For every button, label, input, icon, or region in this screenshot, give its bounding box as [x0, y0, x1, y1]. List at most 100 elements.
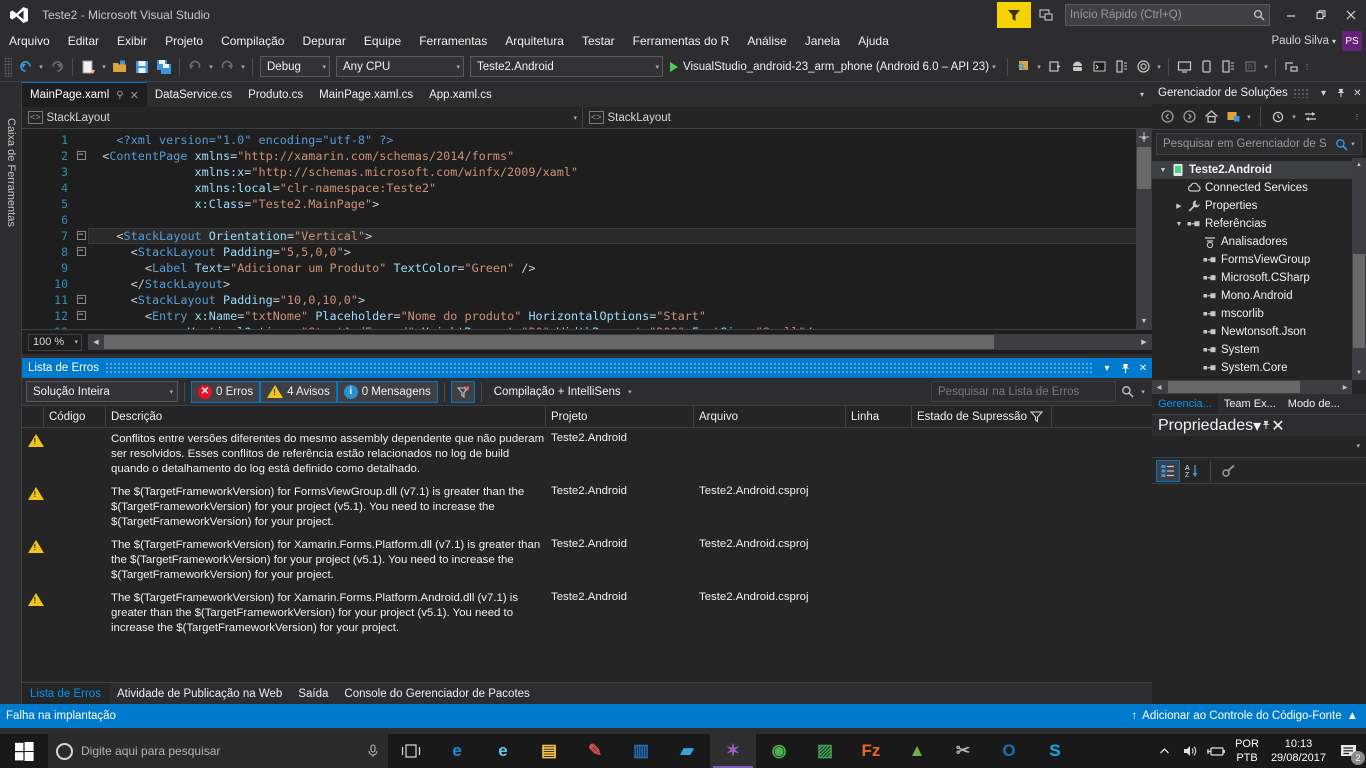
- navigate-back-icon[interactable]: [14, 56, 36, 78]
- panel-menu-chevron-icon[interactable]: ▾: [1253, 416, 1261, 436]
- volume-icon[interactable]: [1177, 734, 1203, 768]
- editor-horizontal-scrollbar[interactable]: ◀ ▶: [88, 334, 1152, 350]
- editor-vertical-scrollbar[interactable]: ▲ ▼: [1136, 129, 1152, 329]
- hscrollbar-thumb[interactable]: [1168, 381, 1300, 393]
- hscrollbar-thumb[interactable]: [104, 335, 994, 349]
- panel-menu-chevron-icon[interactable]: ▾: [1098, 358, 1116, 378]
- tree-item-teste2-android[interactable]: ▼ Teste2.Android: [1152, 161, 1366, 179]
- code-line[interactable]: xmlns:x="http://schemas.microsoft.com/wi…: [88, 164, 1152, 180]
- language-indicator[interactable]: POR PTB: [1229, 737, 1265, 765]
- error-list-rows[interactable]: Conflitos entre versões diferentes do me…: [22, 428, 1152, 674]
- tree-item-mono-android[interactable]: Mono.Android: [1152, 287, 1366, 305]
- editor-splitter-handle[interactable]: [1136, 129, 1152, 145]
- save-all-icon[interactable]: [153, 56, 175, 78]
- build-intellisense-filter-combo[interactable]: Compilação + IntelliSens ▾: [488, 381, 635, 402]
- scroll-up-arrow-icon[interactable]: ▲: [1352, 158, 1366, 172]
- minimize-button[interactable]: [1276, 0, 1306, 30]
- android-device-manager-dropdown[interactable]: ▾: [1034, 63, 1044, 71]
- code-line[interactable]: <StackLayout Padding="5,5,0,0">: [88, 244, 1152, 260]
- back-icon[interactable]: [1156, 106, 1178, 128]
- table-row[interactable]: Conflitos entre versões diferentes do me…: [22, 428, 1152, 481]
- code-line[interactable]: </StackLayout>: [88, 276, 1152, 292]
- tool-window-tab-team-ex-[interactable]: Team Ex...: [1218, 394, 1282, 414]
- outlining-collapse-icon[interactable]: −: [74, 148, 88, 164]
- format-factory-icon[interactable]: Fz: [848, 734, 894, 768]
- document-tab-dataservice-cs[interactable]: DataService.cs: [146, 82, 241, 107]
- ios-remote-icon[interactable]: R: [1239, 56, 1261, 78]
- scroll-right-arrow-icon[interactable]: ▶: [1136, 334, 1152, 350]
- chevron-up-icon[interactable]: ▲: [1347, 710, 1358, 722]
- pending-changes-icon[interactable]: [1267, 106, 1289, 128]
- search-options-chevron-icon[interactable]: ▾: [1348, 140, 1358, 148]
- android-device-manager-icon[interactable]: [1012, 56, 1034, 78]
- close-icon[interactable]: ✕: [130, 89, 139, 102]
- chrome-icon[interactable]: ◉: [756, 734, 802, 768]
- redo-dropdown[interactable]: ▾: [238, 63, 248, 71]
- code-line[interactable]: <StackLayout Padding="10,0,10,0">: [88, 292, 1152, 308]
- ios-remote-dropdown[interactable]: ▾: [1261, 63, 1271, 71]
- outlining-margin[interactable]: − − − − −: [74, 129, 88, 329]
- menu-item-projeto[interactable]: Projeto: [156, 32, 212, 50]
- excel-icon[interactable]: ▨: [802, 734, 848, 768]
- panel-menu-chevron-icon[interactable]: ▾: [1315, 82, 1332, 104]
- battery-icon[interactable]: [1203, 734, 1229, 768]
- outlook-icon[interactable]: ▥: [618, 734, 664, 768]
- scrollbar-thumb[interactable]: [1137, 147, 1151, 189]
- code-line[interactable]: <StackLayout Orientation="Vertical">: [88, 228, 1152, 244]
- chevron-down-icon[interactable]: ▾: [1332, 37, 1336, 46]
- property-pages-icon[interactable]: [1217, 460, 1241, 482]
- zoom-level-combo[interactable]: 100 % ▾: [28, 333, 82, 351]
- tree-item-connected-services[interactable]: Connected Services: [1152, 179, 1366, 197]
- tool-window-tab-modo-de-[interactable]: Modo de...: [1282, 394, 1346, 414]
- outlining-collapse-icon[interactable]: −: [74, 228, 88, 244]
- code-line[interactable]: [88, 212, 1152, 228]
- document-tab-app-xaml-cs[interactable]: App.xaml.cs: [421, 82, 500, 107]
- undo-icon[interactable]: [184, 56, 206, 78]
- navbar-type-combo[interactable]: <> StackLayout ▾: [22, 107, 582, 128]
- windows-start-icon[interactable]: [0, 734, 48, 768]
- scroll-right-arrow-icon[interactable]: ▶: [1338, 380, 1352, 394]
- new-project-icon[interactable]: [77, 56, 99, 78]
- tool-window-tab-gerencia-[interactable]: Gerencia...: [1152, 394, 1218, 414]
- menu-item-janela[interactable]: Janela: [796, 32, 849, 50]
- clear-filter-icon[interactable]: [450, 380, 475, 403]
- redo-icon[interactable]: [216, 56, 238, 78]
- menu-item-arquivo[interactable]: Arquivo: [0, 32, 59, 50]
- outlining-collapse-icon[interactable]: −: [74, 244, 88, 260]
- solution-platform-combo[interactable]: Any CPU ▾: [336, 56, 464, 77]
- avatar[interactable]: PS: [1342, 31, 1362, 51]
- search-options-chevron-icon[interactable]: ▾: [1138, 388, 1148, 396]
- show-hidden-icons-chevron-icon[interactable]: [1151, 734, 1177, 768]
- column-header-linha[interactable]: Linha: [846, 405, 912, 428]
- account-name[interactable]: Paulo Silva: [1271, 35, 1329, 47]
- categorized-icon[interactable]: [1156, 459, 1180, 482]
- close-button[interactable]: [1336, 0, 1366, 30]
- menu-item-ferramentas-do-r[interactable]: Ferramentas do R: [624, 32, 739, 50]
- table-row[interactable]: The $(TargetFrameworkVersion) for FormsV…: [22, 481, 1152, 534]
- visual-studio-icon[interactable]: ✶: [710, 734, 756, 768]
- pin-icon[interactable]: [1116, 358, 1134, 378]
- android-device-log-icon[interactable]: [1110, 56, 1132, 78]
- solution-tree[interactable]: ▼ Teste2.Android Connected Services ▶ Proper…: [1152, 158, 1366, 380]
- menu-item-testar[interactable]: Testar: [573, 32, 624, 50]
- scroll-left-arrow-icon[interactable]: ◀: [1152, 380, 1166, 394]
- navbar-member-combo[interactable]: <> StackLayout: [583, 107, 1152, 128]
- solution-explorer-search-input[interactable]: Pesquisar em Gerenciador de S ▾: [1156, 133, 1362, 155]
- restore-button[interactable]: [1306, 0, 1336, 30]
- android-emulator-icon[interactable]: [1132, 56, 1154, 78]
- file-explorer-icon[interactable]: ▤: [526, 734, 572, 768]
- column-header-descri-o[interactable]: Descrição: [106, 405, 546, 428]
- pin-icon[interactable]: [1332, 82, 1349, 104]
- bottom-tab-atividade-de-publica-o-na-web[interactable]: Atividade de Publicação na Web: [109, 683, 290, 704]
- android-emulator-dropdown[interactable]: ▾: [1154, 63, 1164, 71]
- column-header-estado-de-supress-o[interactable]: Estado de Supressão: [912, 405, 1052, 428]
- chevron-down-icon[interactable]: ▾: [1289, 113, 1299, 121]
- quick-launch-search[interactable]: Início Rápido (Ctrl+Q): [1065, 4, 1270, 26]
- search-icon[interactable]: [1116, 381, 1138, 403]
- tab-overflow-chevron-icon[interactable]: ▾: [1134, 82, 1150, 107]
- navigate-forward-icon[interactable]: [46, 56, 68, 78]
- android-sdk-icon[interactable]: [1066, 56, 1088, 78]
- pin-icon[interactable]: ⚲: [116, 90, 123, 101]
- attach-debugger-icon[interactable]: [1044, 56, 1066, 78]
- phone-preview-icon[interactable]: [1195, 56, 1217, 78]
